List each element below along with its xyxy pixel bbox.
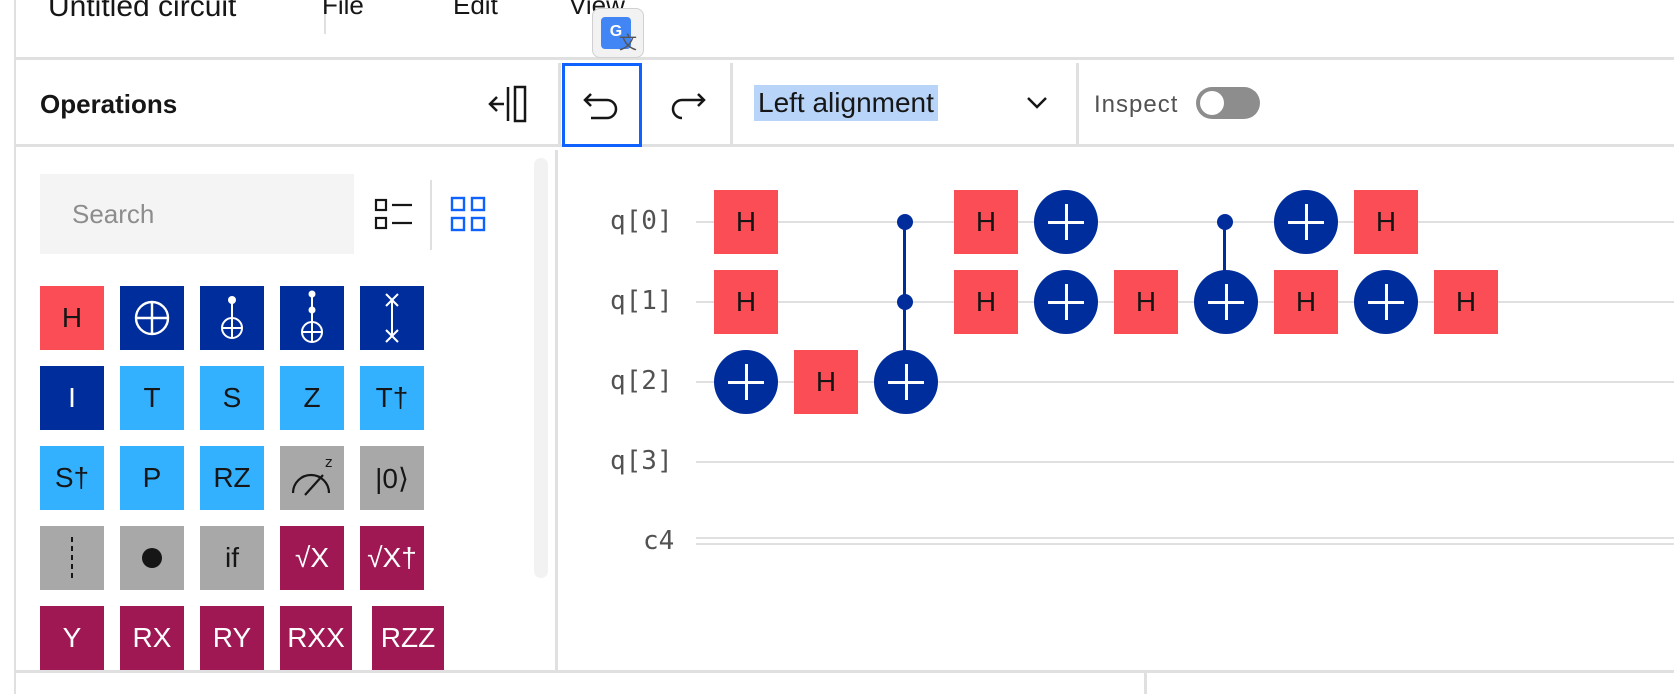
- circuit-cnot-target[interactable]: [1274, 190, 1338, 254]
- operations-panel: H I T S: [16, 150, 558, 670]
- circuit-gate-h[interactable]: H: [794, 350, 858, 414]
- collapse-panel-button[interactable]: [486, 81, 536, 127]
- circuit-gate-h[interactable]: H: [1434, 270, 1498, 334]
- gate-cnot[interactable]: [120, 286, 184, 350]
- gate-s[interactable]: S: [200, 366, 264, 430]
- circuit-canvas[interactable]: q[0] q[1] q[2] q[3] c4 H H H H H H H H H: [560, 150, 1674, 670]
- gate-reset[interactable]: |0⟩: [360, 446, 424, 510]
- toolbar-divider: [730, 63, 733, 147]
- circuit-gate-h[interactable]: H: [714, 190, 778, 254]
- qubit-label-3: q[3]: [610, 446, 673, 476]
- toolbar: Operations Left alignment Inspect: [16, 63, 1674, 147]
- control-dot: [897, 214, 913, 230]
- gate-toffoli[interactable]: [200, 286, 264, 350]
- gate-y[interactable]: Y: [40, 606, 104, 670]
- circuit-gate-h[interactable]: H: [1354, 190, 1418, 254]
- gate-h[interactable]: H: [40, 286, 104, 350]
- circuit-gate-h[interactable]: H: [714, 270, 778, 334]
- gate-measure[interactable]: z: [280, 446, 344, 510]
- qubit-label-0: q[0]: [610, 206, 673, 236]
- control-dot-icon: [142, 548, 162, 568]
- svg-text:z: z: [325, 455, 332, 471]
- classical-wire: [696, 543, 1674, 545]
- search-box: [40, 174, 354, 254]
- toolbar-divider: [558, 63, 561, 147]
- cnot-icon: [134, 300, 170, 336]
- gate-control[interactable]: [120, 526, 184, 590]
- undo-icon: [583, 93, 618, 120]
- alignment-value: Left alignment: [754, 85, 938, 121]
- swap-icon: [385, 293, 399, 343]
- search-input[interactable]: [40, 174, 354, 254]
- gate-if[interactable]: if: [200, 526, 264, 590]
- barrier-icon: [71, 537, 73, 579]
- gate-sxdg[interactable]: √X†: [360, 526, 424, 590]
- controlled-x-icon: [221, 296, 243, 339]
- panel-scrollbar[interactable]: [534, 158, 548, 578]
- left-edge: [0, 0, 16, 694]
- gate-p[interactable]: P: [120, 446, 184, 510]
- circuit-cnot-target[interactable]: [1354, 270, 1418, 334]
- grid-view-icon: [450, 196, 486, 232]
- grid-view-button[interactable]: [448, 194, 488, 234]
- circuit-cnot-target[interactable]: [714, 350, 778, 414]
- qubit-wire-1: [696, 301, 1674, 303]
- gate-rzz[interactable]: RZZ: [372, 606, 444, 670]
- toggle-knob: [1200, 91, 1224, 115]
- gate-rx[interactable]: RX: [120, 606, 184, 670]
- undo-button[interactable]: [562, 63, 642, 147]
- qubit-label-2: q[2]: [610, 366, 673, 396]
- classical-wire: [696, 537, 1674, 539]
- qubit-label-1: q[1]: [610, 286, 673, 316]
- redo-icon: [671, 93, 706, 120]
- gate-z[interactable]: Z: [280, 366, 344, 430]
- double-controlled-x-icon: [301, 290, 323, 343]
- list-view-button[interactable]: [372, 194, 416, 234]
- redo-button[interactable]: [646, 63, 726, 147]
- gate-sx[interactable]: √X: [280, 526, 344, 590]
- circuit-cnot-target[interactable]: [1194, 270, 1258, 334]
- view-divider: [430, 180, 432, 250]
- menu-edit[interactable]: Edit: [453, 0, 498, 21]
- control-dot: [897, 294, 913, 310]
- bottom-panel-bar: [16, 670, 1674, 694]
- circuit-cnot-target[interactable]: [1034, 270, 1098, 334]
- gate-ry[interactable]: RY: [200, 606, 264, 670]
- inspect-toggle[interactable]: [1196, 87, 1260, 119]
- operations-title: Operations: [40, 89, 178, 119]
- chevron-down-icon: [1027, 97, 1047, 109]
- gate-barrier[interactable]: [40, 526, 104, 590]
- collapse-panel-icon: [488, 85, 527, 123]
- circuit-gate-h[interactable]: H: [954, 190, 1018, 254]
- gate-swap[interactable]: [360, 286, 424, 350]
- circuit-cnot-target[interactable]: [874, 350, 938, 414]
- qubit-wire-3: [696, 461, 1674, 463]
- gate-i[interactable]: I: [40, 366, 104, 430]
- inspect-label: Inspect: [1094, 91, 1179, 118]
- gate-ccx[interactable]: [280, 286, 344, 350]
- measure-icon: z: [291, 455, 332, 496]
- qubit-wire-0: [696, 221, 1674, 223]
- menu-file[interactable]: File: [322, 0, 364, 21]
- list-view-icon: [374, 198, 412, 230]
- toolbar-divider: [1076, 63, 1079, 147]
- circuit-gate-h[interactable]: H: [1114, 270, 1178, 334]
- classical-label: c4: [643, 526, 675, 556]
- gate-rxx[interactable]: RXX: [280, 606, 352, 670]
- circuit-gate-h[interactable]: H: [1274, 270, 1338, 334]
- alignment-dropdown[interactable]: Left alignment: [734, 63, 1074, 147]
- circuit-title[interactable]: Untitled circuit: [48, 0, 236, 24]
- menu-bar: Untitled circuit File Edit View: [16, 0, 1674, 60]
- bottom-divider: [1144, 673, 1147, 694]
- gate-rz[interactable]: RZ: [200, 446, 264, 510]
- gate-t[interactable]: T: [120, 366, 184, 430]
- circuit-cnot-target[interactable]: [1034, 190, 1098, 254]
- gate-sdg[interactable]: S†: [40, 446, 104, 510]
- gate-tdg[interactable]: T†: [360, 366, 424, 430]
- google-translate-icon[interactable]: G 文: [592, 8, 644, 58]
- circuit-gate-h[interactable]: H: [954, 270, 1018, 334]
- control-dot: [1217, 214, 1233, 230]
